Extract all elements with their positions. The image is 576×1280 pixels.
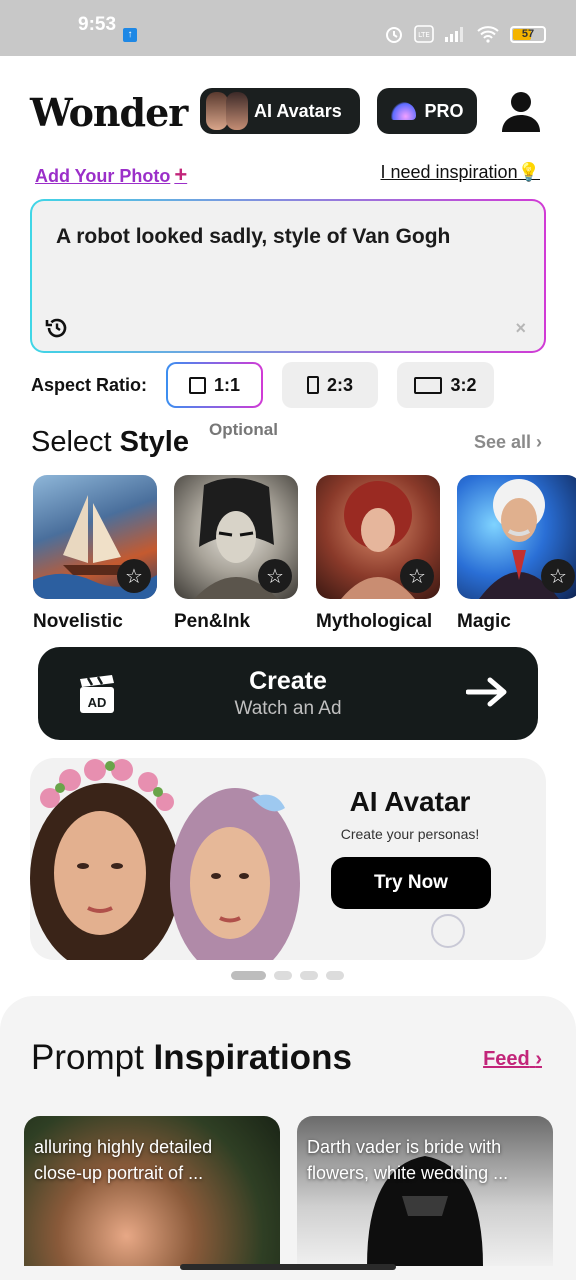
lightbulb-icon: 💡 xyxy=(517,162,540,182)
style-carousel[interactable]: ☆ Novelistic ☆ Pen&Ink ☆ Mythological ☆ … xyxy=(33,475,576,635)
status-time: 9:53 xyxy=(78,14,117,35)
portrait-icon xyxy=(306,376,319,394)
favorite-star-icon[interactable]: ☆ xyxy=(258,559,292,593)
ai-avatars-label: AI Avatars xyxy=(254,100,342,121)
signal-icon xyxy=(445,27,463,42)
style-image: ☆ xyxy=(33,475,157,599)
arrow-right-icon xyxy=(466,677,507,707)
style-card-mythological[interactable]: ☆ Mythological xyxy=(316,475,440,633)
history-icon[interactable] xyxy=(44,315,70,341)
style-card-pen-ink[interactable]: ☆ Pen&Ink xyxy=(174,475,298,633)
create-button[interactable]: AD Create Watch an Ad xyxy=(38,647,538,740)
inspiration-link[interactable]: I need inspiration💡 xyxy=(380,162,540,183)
ring-decoration xyxy=(431,914,465,948)
style-title-light: Select xyxy=(31,426,112,458)
inspirations-section: Prompt Inspirations Feed › alluring high… xyxy=(0,996,576,1280)
pagination-dot[interactable] xyxy=(326,971,344,980)
aspect-option-label: 1:1 xyxy=(213,374,240,395)
inspiration-prompt: alluring highly detailed close-up portra… xyxy=(34,1137,213,1184)
pro-label: PRO xyxy=(424,100,464,121)
aspect-ratio-row: Aspect Ratio: 1:1 2:3 3:2 xyxy=(31,362,551,410)
feed-label: Feed xyxy=(483,1048,530,1070)
ai-avatar-banner[interactable]: AI Avatar Create your personas! Try Now xyxy=(30,758,546,960)
aspect-option-1-1[interactable]: 1:1 xyxy=(166,362,263,408)
battery-icon: 57 xyxy=(510,25,546,43)
clear-icon[interactable]: × xyxy=(515,318,526,339)
banner-title: AI Avatar xyxy=(349,786,471,817)
add-photo-link[interactable]: Add Your Photo + xyxy=(35,162,187,188)
aspect-option-3-2[interactable]: 3:2 xyxy=(397,362,494,408)
favorite-star-icon[interactable]: ☆ xyxy=(117,559,151,593)
see-all-link[interactable]: See all › xyxy=(474,432,542,453)
wifi-icon xyxy=(477,26,499,43)
style-name: Mythological xyxy=(316,611,433,632)
ai-avatars-button[interactable]: AI Avatars xyxy=(200,88,360,134)
landscape-icon xyxy=(414,376,443,394)
add-photo-label: Add Your Photo xyxy=(35,166,171,186)
banner-subtitle: Create your personas! xyxy=(340,826,480,842)
notification-icon: ↑ xyxy=(123,28,137,42)
aspect-ratio-label: Aspect Ratio: xyxy=(31,375,148,395)
battery-level: 57 xyxy=(521,28,535,40)
app-header: Wonder AI Avatars PRO xyxy=(30,86,542,138)
style-card-magic[interactable]: ☆ Magic xyxy=(457,475,576,633)
inspiration-label: I need inspiration xyxy=(380,162,518,182)
aspect-option-label: 3:2 xyxy=(450,374,477,395)
prompt-links: Add Your Photo + I need inspiration💡 xyxy=(35,162,540,188)
home-indicator[interactable] xyxy=(180,1264,396,1270)
style-name: Pen&Ink xyxy=(174,611,251,632)
style-image: ☆ xyxy=(316,475,440,599)
inspiration-card[interactable]: alluring highly detailed close-up portra… xyxy=(24,1116,280,1266)
favorite-star-icon[interactable]: ☆ xyxy=(541,559,575,593)
prompt-input-border: A robot looked sadly, style of Van Gogh … xyxy=(30,199,546,353)
pro-button[interactable]: PRO xyxy=(377,88,477,134)
inspirations-title-bold: Inspirations xyxy=(153,1038,352,1077)
style-image: ☆ xyxy=(457,475,576,599)
status-icons: LTE 57 xyxy=(384,24,546,44)
style-image: ☆ xyxy=(174,475,298,599)
style-title-bold: Style xyxy=(119,426,189,458)
favorite-star-icon[interactable]: ☆ xyxy=(400,559,434,593)
inspiration-card[interactable]: Darth vader is bride with flowers, white… xyxy=(297,1116,553,1266)
inspirations-title-light: Prompt xyxy=(31,1038,144,1077)
chevron-right-icon: › xyxy=(535,1048,542,1070)
plus-icon: + xyxy=(174,162,188,187)
style-name: Novelistic xyxy=(33,611,123,632)
carousel-pagination xyxy=(231,971,344,980)
style-section-header: Select Style Optional See all › xyxy=(31,420,542,464)
profile-icon[interactable] xyxy=(500,90,542,132)
svg-text:LTE: LTE xyxy=(418,31,430,39)
style-section-title: Select Style xyxy=(31,426,189,459)
inspiration-prompt: Darth vader is bride with flowers, white… xyxy=(307,1137,509,1184)
create-title: Create xyxy=(249,667,327,695)
volte-icon: LTE xyxy=(414,25,434,43)
status-bar: 9:53 ↑ LTE 57 xyxy=(0,0,576,56)
style-name: Magic xyxy=(457,611,511,632)
pagination-dot-active[interactable] xyxy=(231,971,266,980)
aspect-option-2-3[interactable]: 2:3 xyxy=(282,362,378,408)
prompt-text: A robot looked sadly, style of Van Gogh xyxy=(56,225,451,248)
style-card-novelistic[interactable]: ☆ Novelistic xyxy=(33,475,157,633)
see-all-label: See all xyxy=(473,432,531,452)
pro-icon xyxy=(390,102,417,120)
try-now-button[interactable]: Try Now xyxy=(331,857,491,909)
pagination-dot[interactable] xyxy=(274,971,292,980)
prompt-input[interactable]: A robot looked sadly, style of Van Gogh … xyxy=(32,201,544,351)
optional-label: Optional xyxy=(209,420,278,439)
create-subtitle: Watch an Ad xyxy=(234,698,342,719)
feed-link[interactable]: Feed › xyxy=(483,1048,542,1071)
aspect-option-label: 2:3 xyxy=(326,374,353,395)
pagination-dot[interactable] xyxy=(300,971,318,980)
app-logo: Wonder xyxy=(30,90,188,135)
square-icon xyxy=(188,376,206,394)
inspirations-title: Prompt Inspirations xyxy=(31,1038,352,1078)
alarm-icon xyxy=(386,27,402,43)
avatars-thumbnail xyxy=(206,92,248,130)
chevron-right-icon: › xyxy=(536,432,542,452)
avatar-banner-art xyxy=(30,759,300,960)
